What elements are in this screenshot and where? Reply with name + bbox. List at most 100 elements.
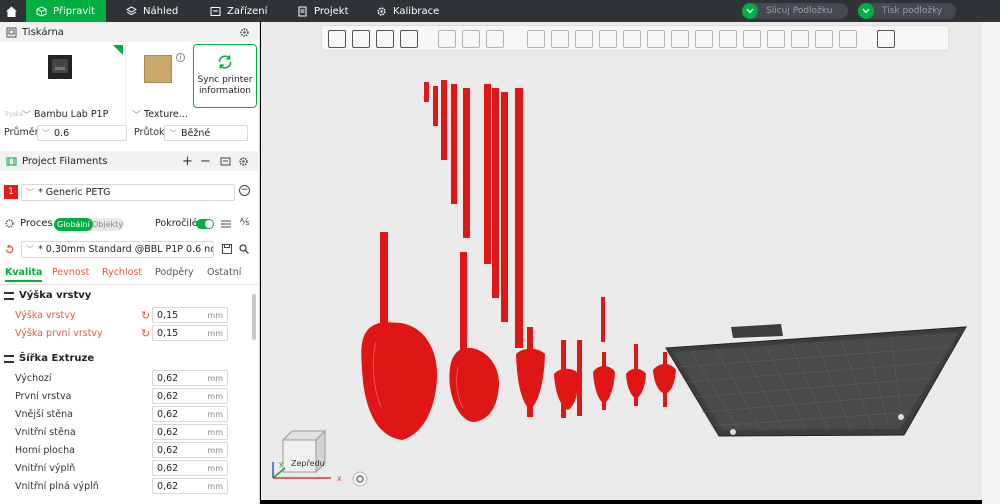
chevron-down-icon: ﹀ — [26, 245, 34, 254]
unit-label: mm — [207, 445, 223, 455]
line-width-group-title: Šířka Extruze — [19, 353, 95, 364]
tab-preview[interactable]: Náhled — [116, 0, 188, 22]
settings-gear-icon[interactable] — [239, 27, 250, 38]
model-rod[interactable] — [501, 92, 508, 322]
unit-label: mm — [207, 373, 223, 383]
filaments-section-header: Project Filaments + − — [0, 151, 258, 171]
width-sparse-infill-input[interactable]: 0,62 mm — [152, 460, 228, 476]
tab-quality[interactable]: Kvalita — [5, 267, 43, 282]
print-plate-button[interactable]: Tisk podložky — [858, 3, 956, 19]
process-preset-name: * 0.30mm Standard @BBL P1P 0.6 noz... — [38, 244, 213, 255]
plate-card[interactable]: i ﹀ Texture... — [130, 45, 188, 129]
add-filament-icon[interactable]: + — [182, 154, 193, 169]
view-cube[interactable] — [272, 429, 331, 479]
slice-plate-label: Slicuj Podložku — [766, 6, 833, 16]
filament-select[interactable]: ﹀ * Generic PETG — [21, 184, 235, 201]
first-layer-height-input[interactable]: 0,15 mm — [152, 325, 228, 341]
layer-height-label: Výška vrstvy — [15, 310, 76, 321]
model-drop-xs[interactable] — [554, 340, 582, 418]
process-icon — [5, 219, 14, 228]
3d-viewport[interactable]: Zepředu y x — [261, 22, 982, 500]
model-rod[interactable] — [433, 86, 438, 126]
flow-select[interactable]: ﹀ Běžné — [164, 125, 248, 141]
build-plate[interactable] — [665, 324, 967, 437]
search-icon[interactable] — [239, 244, 249, 254]
save-icon[interactable] — [222, 244, 232, 254]
toggle-objects[interactable]: Objekty — [92, 218, 123, 231]
width-first-layer-input[interactable]: 0,62 mm — [152, 388, 228, 404]
printer-section-title: Tiskárna — [22, 26, 64, 38]
unit-label: mm — [207, 481, 223, 491]
reset-icon[interactable]: ↻ — [141, 309, 150, 322]
model-rod[interactable] — [492, 88, 499, 298]
tab-support[interactable]: Podpěry — [155, 267, 194, 278]
global-objects-toggle[interactable]: Globální Objekty — [54, 218, 124, 231]
model-rod[interactable] — [441, 80, 447, 160]
printer-icon — [6, 27, 17, 37]
sync-label-line1: Sync printer — [197, 75, 253, 85]
sync-icon — [218, 55, 232, 69]
width-solid-infill-input[interactable]: 0,62 mm — [152, 478, 228, 494]
model-rod[interactable] — [451, 84, 457, 204]
filament-sync-icon[interactable] — [220, 156, 231, 167]
layers-icon — [126, 5, 137, 15]
red-models[interactable] — [361, 80, 676, 440]
list-icon[interactable] — [221, 219, 231, 229]
model-drop-medium[interactable] — [449, 252, 499, 422]
layer-height-value: 0,15 — [157, 309, 179, 321]
chevron-down-icon — [858, 3, 874, 19]
tab-label: Náhled — [143, 5, 179, 17]
reset-icon[interactable]: ↻ — [141, 327, 150, 340]
model-rod[interactable] — [484, 84, 491, 264]
advanced-toggle[interactable] — [196, 219, 214, 229]
width-default-input[interactable]: 0,62 mm — [152, 370, 228, 386]
filament-index-badge[interactable]: 1 — [4, 185, 18, 199]
model-rod[interactable] — [463, 88, 470, 238]
model-rod[interactable] — [424, 82, 429, 102]
slice-plate-button[interactable]: Slicuj Podložku — [742, 3, 848, 19]
printer-section-header: Tiskárna — [0, 22, 258, 42]
printer-image — [48, 55, 72, 79]
filament-remove-circle-icon[interactable]: − — [239, 185, 250, 196]
width-outer-wall-input[interactable]: 0,62 mm — [152, 406, 228, 422]
toggle-global[interactable]: Globální — [54, 218, 93, 231]
printer-name: Bambu Lab P1P — [34, 109, 109, 120]
tab-prepare[interactable]: Připravit — [26, 0, 106, 22]
chevron-down-icon: ﹀ — [42, 128, 50, 138]
process-title: Proces — [20, 218, 53, 229]
tab-label: Připravit — [53, 5, 95, 17]
model-drop-xxs[interactable] — [593, 297, 615, 410]
sync-printer-button[interactable]: Sync printer information — [193, 44, 257, 108]
layer-height-input[interactable]: 0,15 mm — [152, 307, 228, 323]
model-drop-mini[interactable] — [653, 352, 676, 407]
tab-others[interactable]: Ostatní — [207, 267, 241, 278]
filament-settings-icon[interactable] — [238, 156, 249, 167]
model-drop-large[interactable] — [361, 232, 438, 440]
model-drop-tiny[interactable] — [626, 344, 646, 406]
process-preset-select[interactable]: ﹀ * 0.30mm Standard @BBL P1P 0.6 noz... — [21, 241, 214, 258]
width-value: 0,62 — [157, 480, 179, 492]
width-inner-wall-input[interactable]: 0,62 mm — [152, 424, 228, 440]
model-rod[interactable] — [515, 88, 523, 348]
tab-project[interactable]: Projekt — [287, 0, 359, 22]
reset-icon[interactable] — [4, 244, 15, 255]
filaments-section-title: Project Filaments — [22, 155, 108, 167]
viewport-scrollbar[interactable] — [982, 22, 1000, 504]
diameter-select[interactable]: ﹀ 0.6 — [37, 125, 127, 141]
remove-filament-icon[interactable]: − — [200, 154, 211, 169]
compare-icon[interactable]: ⅍ — [240, 217, 249, 228]
tab-device[interactable]: Zařízení — [200, 0, 277, 22]
info-icon[interactable]: i — [176, 53, 185, 62]
home-button[interactable] — [0, 0, 22, 22]
line-width-group-icon — [4, 354, 14, 363]
tab-speed[interactable]: Rychlost — [102, 267, 142, 278]
width-top-surface-input[interactable]: 0,62 mm — [152, 442, 228, 458]
unit-label: mm — [207, 427, 223, 437]
tab-strength[interactable]: Pevnost — [52, 267, 89, 278]
width-row-label: Výchozí — [15, 373, 52, 384]
flow-label: Průtok — [134, 127, 165, 138]
settings-scrollbar[interactable] — [252, 294, 256, 340]
tab-calibration[interactable]: Kalibrace — [366, 0, 449, 22]
width-row-label: Horní plocha — [15, 445, 75, 456]
orientation-icon[interactable] — [352, 471, 368, 487]
